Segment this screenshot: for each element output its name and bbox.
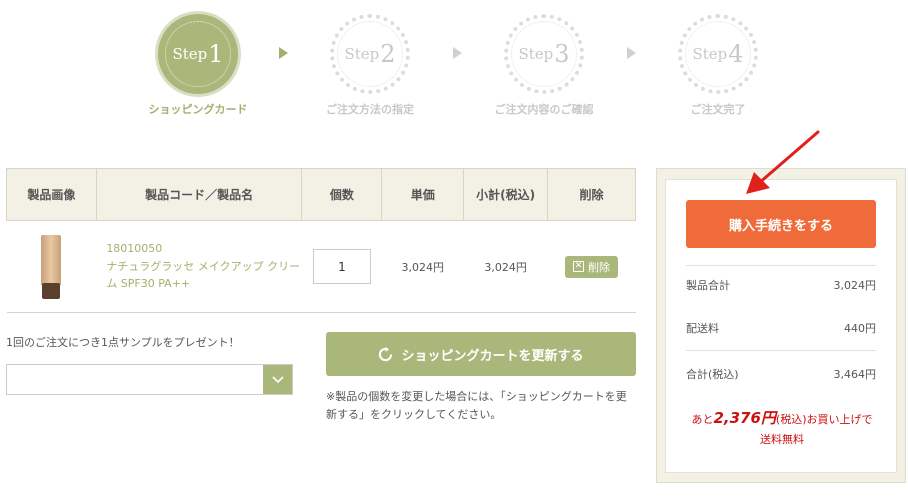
delete-cell: ✕ 削除 — [547, 220, 636, 313]
sample-present-text: 1回のご注文につき1点サンプルをプレゼント！ — [6, 336, 240, 349]
header-subtotal: 小計(税込) — [463, 168, 549, 221]
promo-amount: 2,376円 — [713, 409, 776, 427]
header-unit-price: 単価 — [381, 168, 465, 221]
update-cart-button[interactable]: ショッピングカートを更新する — [326, 332, 636, 376]
product-total-label: 製品合計 — [686, 279, 730, 292]
header-product-image: 製品画像 — [6, 168, 97, 221]
product-total-value: 3,024円 — [833, 279, 877, 292]
header-delete: 削除 — [547, 168, 636, 221]
update-cart-label: ショッピングカートを更新する — [401, 348, 584, 364]
step-2-label: ご注文方法の指定 — [326, 103, 414, 116]
shipping-value: 440円 — [844, 322, 876, 335]
step-4-word: Step — [692, 45, 728, 63]
shipping-label: 配送料 — [686, 322, 719, 335]
refresh-icon — [379, 346, 393, 361]
red-arrow-icon — [746, 130, 820, 194]
total-value: 3,464円 — [833, 368, 877, 381]
divider — [686, 265, 876, 266]
sample-select[interactable] — [6, 364, 293, 395]
order-summary-box: 購入手続きをする 製品合計 3,024円 配送料 440円 合計(税込) 3,4… — [665, 179, 897, 473]
step-3-word: Step — [518, 45, 554, 63]
step-4-label: ご注文完了 — [690, 103, 746, 116]
promo-tax: (税込) — [775, 413, 807, 426]
promo-prefix: あと — [691, 413, 714, 426]
cart-page: Step 1 ショッピングカード Step 2 ご注文方法の指定 Step 3 ご注文… — [0, 0, 908, 498]
free-shipping-promo: あと2,376円(税込)お買い上げで 送料無料 — [670, 408, 894, 450]
update-note: ※製品の個数を変更した場合には、「ショッピングカートを更新する」をクリックしてく… — [326, 390, 627, 421]
unit-price: 3,024円 — [381, 220, 464, 313]
step-3-number: 3 — [554, 40, 570, 68]
product-image[interactable] — [41, 234, 62, 299]
step-arrow-icon — [453, 47, 462, 59]
step-4-indicator: Step 4 — [678, 14, 758, 94]
delete-label: 削除 — [588, 260, 611, 274]
subtotal: 3,024円 — [463, 220, 548, 313]
step-1-indicator: Step 1 — [158, 14, 238, 94]
delete-button[interactable]: ✕ 削除 — [565, 255, 619, 278]
promo-suffix: お買い上げで — [806, 413, 873, 426]
step-4-number: 4 — [728, 40, 744, 68]
total-label: 合計(税込) — [686, 368, 739, 381]
step-arrow-icon — [279, 47, 288, 59]
checkout-button[interactable]: 購入手続きをする — [686, 200, 876, 248]
header-product-name: 製品コード／製品名 — [95, 168, 303, 221]
divider — [686, 350, 876, 351]
close-icon: ✕ — [573, 261, 585, 272]
step-1-word: Step — [172, 45, 208, 63]
step-3-label: ご注文内容のご確認 — [494, 103, 594, 116]
step-2-indicator: Step 2 — [330, 14, 410, 94]
quantity-cell — [301, 220, 382, 313]
total-row: 合計(税込) 3,464円 — [686, 366, 876, 382]
shipping-row: 配送料 440円 — [686, 320, 876, 336]
tube-body — [41, 234, 62, 285]
product-image-cell — [6, 220, 97, 313]
step-2-word: Step — [344, 45, 380, 63]
step-2-number: 2 — [380, 40, 396, 68]
step-1-number: 1 — [208, 40, 224, 68]
tube-cap — [42, 282, 61, 299]
chevron-down-icon[interactable] — [263, 365, 292, 394]
product-info-cell: 18010050 ナチュラグラッセ メイクアップ クリーム SPF30 PA++ — [96, 220, 302, 313]
table-header-row: 製品画像 製品コード／製品名 個数 単価 小計(税込) 削除 — [6, 168, 636, 221]
product-name-link[interactable]: ナチュラグラッセ メイクアップ クリーム SPF30 PA++ — [106, 258, 302, 292]
product-total-row: 製品合計 3,024円 — [686, 277, 876, 293]
header-quantity: 個数 — [301, 168, 383, 221]
promo-line2: 送料無料 — [760, 433, 804, 446]
step-3-indicator: Step 3 — [504, 14, 584, 94]
product-code: 18010050 — [106, 241, 163, 255]
quantity-input[interactable] — [312, 249, 371, 284]
step-1-label: ショッピングカード — [148, 103, 248, 116]
table-row: 18010050 ナチュラグラッセ メイクアップ クリーム SPF30 PA++… — [6, 220, 636, 313]
order-summary-panel: 購入手続きをする 製品合計 3,024円 配送料 440円 合計(税込) 3,4… — [656, 168, 906, 483]
cart-table: 製品画像 製品コード／製品名 個数 単価 小計(税込) 削除 18010050 … — [6, 168, 636, 313]
step-arrow-icon — [627, 47, 636, 59]
